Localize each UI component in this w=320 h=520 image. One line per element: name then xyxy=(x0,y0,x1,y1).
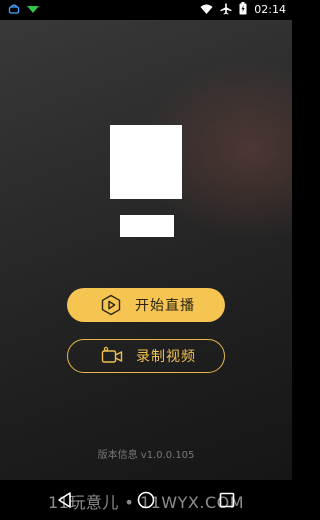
record-video-label: 录制视频 xyxy=(136,349,196,365)
status-time: 02:14 xyxy=(254,3,286,16)
recents-icon[interactable] xyxy=(217,490,237,510)
app-logo-image xyxy=(110,125,182,199)
record-video-button[interactable]: 录制视频 xyxy=(67,339,225,373)
app-screen: 02:14 开始直播 录制视频 版本信息 v1.0.0.105 11玩意儿 • … xyxy=(0,0,292,520)
start-live-button[interactable]: 开始直播 xyxy=(67,288,225,322)
airplane-mode-icon xyxy=(220,3,232,18)
play-hexagon-icon xyxy=(100,294,122,316)
status-bar: 02:14 xyxy=(0,0,292,20)
version-info: 版本信息 v1.0.0.105 xyxy=(97,450,195,461)
navigation-bar xyxy=(0,480,292,520)
app-name-image xyxy=(120,215,174,237)
battery-icon xyxy=(239,2,247,18)
wifi-icon xyxy=(200,3,213,18)
back-icon[interactable] xyxy=(55,490,75,510)
android-debug-icon xyxy=(8,3,20,18)
wifi-signal-icon xyxy=(26,4,40,17)
start-live-label: 开始直播 xyxy=(135,298,195,314)
video-camera-icon xyxy=(101,345,123,367)
home-icon[interactable] xyxy=(136,490,156,510)
